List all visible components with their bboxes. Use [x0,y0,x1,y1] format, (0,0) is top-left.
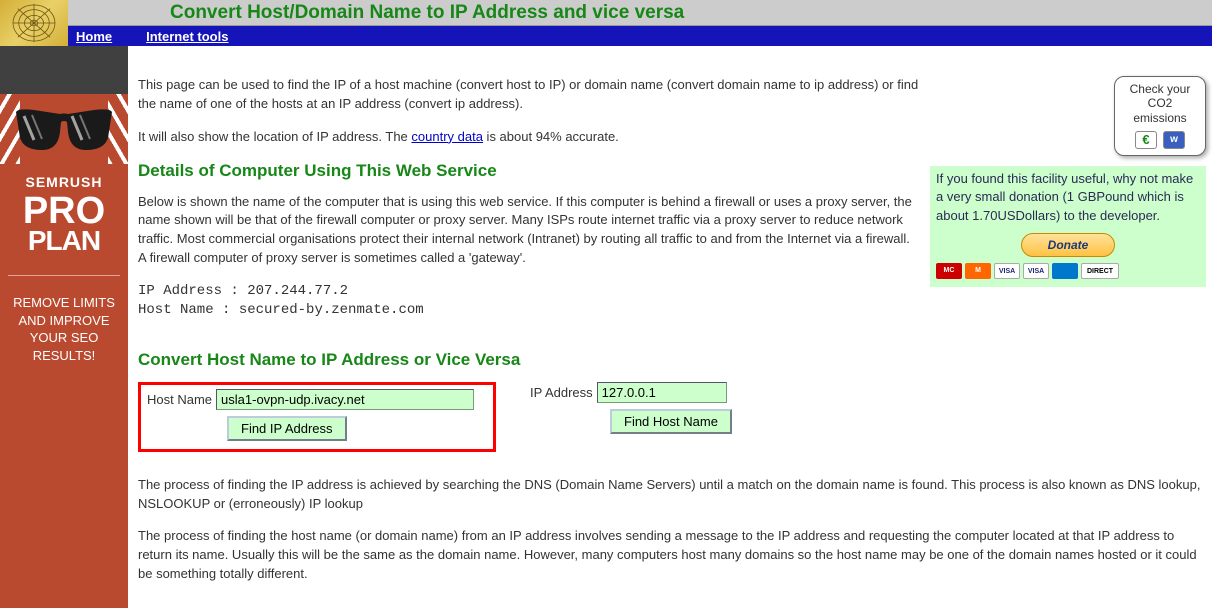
ad-divider [8,275,120,276]
sidebar-ad[interactable]: SEMRUSH PRO PLAN REMOVE LIMITS AND IMPRO… [0,46,128,608]
ad-tagline: REMOVE LIMITS AND IMPROVE YOUR SEO RESUL… [0,294,128,382]
hostname-highlight: Host Name Find IP Address [138,382,496,452]
card-strip: MC M VISA VISA DIRECT [936,263,1200,279]
visa-icon-2: VISA [1023,263,1049,279]
nav-internet-tools[interactable]: Internet tools [146,29,228,44]
find-host-button[interactable]: Find Host Name [610,409,732,434]
co2-line1: Check your [1119,82,1201,96]
ad-top-dark [0,46,128,94]
visa-icon: VISA [994,263,1020,279]
find-ip-button[interactable]: Find IP Address [227,416,347,441]
ip-value: 207.244.77.2 [247,283,348,299]
ad-headline: SEMRUSH PRO PLAN [0,164,128,253]
ip-label: IP Address : [138,283,247,299]
client-info-block: IP Address : 207.244.77.2 Host Name : se… [138,282,1206,320]
ad-brand: SEMRUSH [8,174,120,190]
donate-button[interactable]: Donate [1021,233,1115,257]
hostname-input[interactable] [216,389,474,410]
ipaddress-input[interactable] [597,382,727,403]
donate-text: If you found this facility useful, why n… [936,171,1193,222]
page-title: Convert Host/Domain Name to IP Address a… [170,2,684,24]
directdebit-icon: DIRECT [1081,263,1119,279]
co2-line3: emissions [1119,111,1201,125]
ad-illustration [0,94,128,164]
site-logo [0,0,68,46]
amex-icon [1052,263,1078,279]
explain-paragraph-2: The process of finding the host name (or… [138,527,1206,584]
mastercard-icon: MC [936,263,962,279]
nav-bar: Home Internet tools [0,26,1212,46]
explain-paragraph-1: The process of finding the IP address is… [138,476,1206,514]
intro-p2-suffix: is about 94% accurate. [483,129,619,144]
intro-p2-prefix: It will also show the location of IP add… [138,129,411,144]
convert-heading: Convert Host Name to IP Address or Vice … [138,350,1206,370]
hostname-label: Host Name [147,392,212,407]
ad-pro: PRO [8,194,120,228]
host-label: Host Name : [138,302,239,318]
sunglasses-icon [14,108,114,154]
maestro-icon: M [965,263,991,279]
co2-line2: CO2 [1119,96,1201,110]
world-icon: w [1163,131,1185,149]
nav-home[interactable]: Home [76,29,112,44]
title-bar: Convert Host/Domain Name to IP Address a… [0,0,1212,26]
euro-icon: € [1135,131,1157,149]
country-data-link[interactable]: country data [411,129,483,144]
host-value: secured-by.zenmate.com [239,302,424,318]
ipaddress-label: IP Address [530,385,593,400]
co2-widget[interactable]: Check your CO2 emissions € w [1114,76,1206,156]
donate-box: If you found this facility useful, why n… [930,166,1206,287]
